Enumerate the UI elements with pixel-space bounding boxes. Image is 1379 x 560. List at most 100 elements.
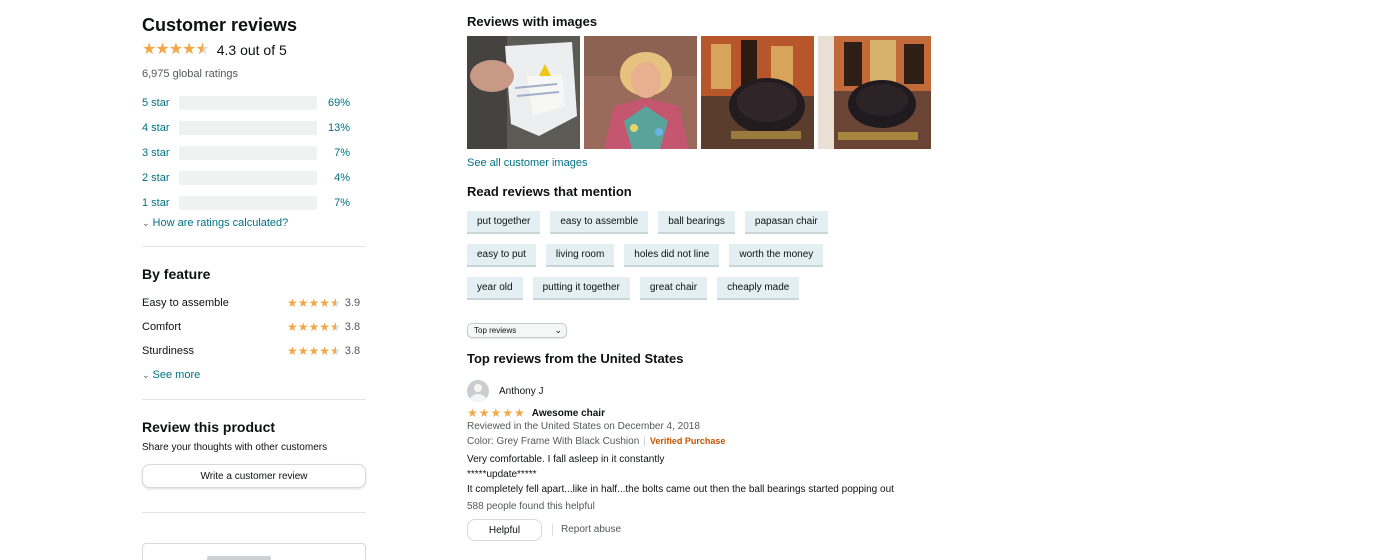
reviews-main-column: Reviews with images See all customer ima… <box>467 14 937 541</box>
mention-chip[interactable]: year old <box>467 277 523 300</box>
review-variant-row: Color: Grey Frame With Black Cushion | Ver… <box>467 434 937 449</box>
histogram-percent[interactable]: 13% <box>317 122 350 134</box>
feature-stars-icon: ★★★★★ <box>287 321 341 333</box>
mention-chip[interactable]: easy to assemble <box>550 211 649 234</box>
overall-rating-text: 4.3 out of 5 <box>216 42 287 58</box>
selfie-photo-icon <box>584 36 697 149</box>
how-ratings-calculated-label[interactable]: How are ratings calculated? <box>153 217 289 229</box>
review-body-line: Very comfortable. I fall asleep in it co… <box>467 454 665 465</box>
feature-stars-icon: ★★★★★ <box>287 297 341 309</box>
histogram-bar[interactable] <box>179 120 317 135</box>
customer-reviews-title: Customer reviews <box>142 15 298 35</box>
warning-label-photo-icon <box>467 36 580 149</box>
papasan-chair-room-photo-icon <box>818 36 931 149</box>
mention-chip[interactable]: holes did not line <box>624 244 720 267</box>
overall-stars-icon[interactable]: ★★★★★ <box>142 42 210 59</box>
mention-chip[interactable]: ball bearings <box>658 211 735 234</box>
histogram-bar[interactable] <box>179 170 317 185</box>
review-variant[interactable]: Color: Grey Frame With Black Cushion <box>467 436 639 447</box>
ratings-summary-column: Customer reviews ★★★★★ 4.3 out of 5 6,97… <box>142 14 366 560</box>
feature-name: Comfort <box>142 321 182 333</box>
section-divider <box>142 512 366 513</box>
chevron-down-icon: ⌄ <box>554 325 562 335</box>
histogram-label[interactable]: 1 star <box>142 197 179 209</box>
chevron-down-icon: ⌄ <box>142 369 150 380</box>
see-all-customer-images-link[interactable]: See all customer images <box>467 157 937 169</box>
sort-selected-label: Top reviews <box>474 326 517 335</box>
feature-stars-icon: ★★★★★ <box>287 345 341 357</box>
top-reviews-title: Top reviews from the United States <box>467 351 684 366</box>
verified-purchase-badge[interactable]: Verified Purchase <box>650 436 726 446</box>
feature-value: 3.8 <box>344 345 361 357</box>
review-body-line: It completely fell apart...like in half.… <box>467 484 894 495</box>
histogram-label[interactable]: 5 star <box>142 97 179 109</box>
sort-reviews-select[interactable]: Top reviews ⌄ <box>467 323 567 338</box>
review-product-title: Review this product <box>142 419 276 435</box>
overall-rating: ★★★★★ 4.3 out of 5 <box>142 40 366 60</box>
by-feature-title: By feature <box>142 266 211 282</box>
feature-name: Easy to assemble <box>142 297 229 309</box>
feature-value: 3.9 <box>344 297 361 309</box>
mention-chip[interactable]: put together <box>467 211 541 234</box>
reviewer-profile[interactable]: Anthony J <box>467 380 937 402</box>
review-body-line: *****update***** <box>467 469 537 480</box>
review-stars-icon[interactable]: ★★★★★ <box>467 407 526 419</box>
product-thumbnail <box>207 556 271 560</box>
review-image-gallery <box>467 36 937 149</box>
mention-chip[interactable]: putting it together <box>532 277 630 300</box>
mention-chip[interactable]: easy to put <box>467 244 536 267</box>
histogram-row-4-star[interactable]: 4 star 13% <box>142 115 366 140</box>
review-product-subtitle: Share your thoughts with other customers <box>142 442 328 453</box>
avatar[interactable] <box>467 380 489 402</box>
read-reviews-mention-title: Read reviews that mention <box>467 184 632 199</box>
review-image-thumbnail[interactable] <box>701 36 814 149</box>
section-divider <box>142 399 366 400</box>
feature-row: Easy to assemble ★★★★★ 3.9 <box>142 291 366 315</box>
histogram-percent[interactable]: 4% <box>317 172 350 184</box>
report-abuse-link[interactable]: Report abuse <box>552 524 621 536</box>
helpful-count: 588 people found this helpful <box>467 501 595 512</box>
review-image-thumbnail[interactable] <box>818 36 931 149</box>
review-header: ★★★★★ Awesome chair <box>467 407 937 419</box>
mention-chip[interactable]: great chair <box>639 277 708 300</box>
histogram-bar[interactable] <box>179 145 317 160</box>
histogram-percent[interactable]: 69% <box>317 97 350 109</box>
mention-chip[interactable]: papasan chair <box>744 211 828 234</box>
write-review-button[interactable]: Write a customer review <box>142 464 366 488</box>
review-title[interactable]: Awesome chair <box>532 408 605 419</box>
histogram-row-2-star[interactable]: 2 star 4% <box>142 165 366 190</box>
feature-value: 3.8 <box>344 321 361 333</box>
see-more-features-link[interactable]: ⌄ See more <box>142 369 366 381</box>
review-image-thumbnail[interactable] <box>584 36 697 149</box>
feature-name: Sturdiness <box>142 345 194 357</box>
review-image-thumbnail[interactable] <box>467 36 580 149</box>
review-body: Very comfortable. I fall asleep in it co… <box>467 452 937 497</box>
see-more-label[interactable]: See more <box>153 369 201 381</box>
review-date: Reviewed in the United States on Decembe… <box>467 421 700 432</box>
mention-chip[interactable]: living room <box>545 244 615 267</box>
section-divider <box>142 246 366 247</box>
histogram-row-3-star[interactable]: 3 star 7% <box>142 140 366 165</box>
histogram-bar[interactable] <box>179 195 317 210</box>
mention-chips: put together easy to assemble ball beari… <box>467 211 887 310</box>
histogram-percent[interactable]: 7% <box>317 147 350 159</box>
global-ratings-count: 6,975 global ratings <box>142 68 239 80</box>
feature-ratings-list: Easy to assemble ★★★★★ 3.9 Comfort ★★★★★… <box>142 291 366 363</box>
helpful-button[interactable]: Helpful <box>467 519 542 541</box>
histogram-label[interactable]: 2 star <box>142 172 179 184</box>
sponsored-product-card[interactable] <box>142 543 366 560</box>
reviews-with-images-title: Reviews with images <box>467 14 598 29</box>
histogram-row-5-star[interactable]: 5 star 69% <box>142 90 366 115</box>
histogram-percent[interactable]: 7% <box>317 197 350 209</box>
review-actions: Helpful Report abuse <box>467 519 937 541</box>
histogram-label[interactable]: 3 star <box>142 147 179 159</box>
histogram-row-1-star[interactable]: 1 star 7% <box>142 190 366 215</box>
reviewer-name[interactable]: Anthony J <box>499 386 543 397</box>
separator: | <box>643 436 646 447</box>
mention-chip[interactable]: worth the money <box>729 244 824 267</box>
how-ratings-calculated-link[interactable]: ⌄ How are ratings calculated? <box>142 217 366 229</box>
mention-chip[interactable]: cheaply made <box>717 277 800 300</box>
histogram-bar[interactable] <box>179 95 317 110</box>
histogram-label[interactable]: 4 star <box>142 122 179 134</box>
papasan-chair-photo-icon <box>701 36 814 149</box>
